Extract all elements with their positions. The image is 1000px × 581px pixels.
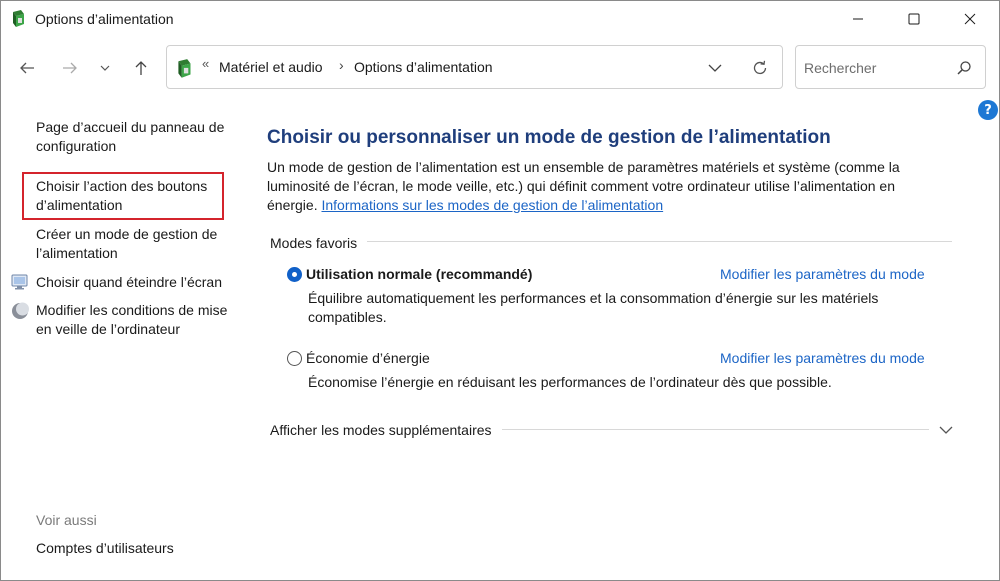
sidebar: Page d’accueil du panneau de configurati… xyxy=(1,101,241,571)
maximize-icon xyxy=(908,13,920,25)
help-icon[interactable]: ? xyxy=(978,100,998,120)
divider xyxy=(367,241,952,242)
back-button[interactable] xyxy=(13,55,41,81)
monitor-icon xyxy=(11,274,28,290)
breadcrumb-hardware-sound[interactable]: Matériel et audio xyxy=(219,59,323,75)
plan-radio-power-saver[interactable] xyxy=(287,351,302,366)
see-also-heading: Voir aussi xyxy=(36,512,97,528)
close-button[interactable] xyxy=(943,1,997,37)
breadcrumb-separator[interactable]: › xyxy=(339,57,344,73)
forward-button[interactable] xyxy=(56,55,84,81)
search-box[interactable] xyxy=(795,45,986,89)
refresh-button[interactable] xyxy=(749,58,771,78)
divider xyxy=(502,429,929,430)
favorites-heading: Modes favoris xyxy=(270,235,358,251)
change-plan-settings-link-balanced[interactable]: Modifier les paramètres du mode xyxy=(720,266,925,282)
change-plan-settings-link-power-saver[interactable]: Modifier les paramètres du mode xyxy=(720,350,925,366)
sidebar-link-user-accounts[interactable]: Comptes d’utilisateurs xyxy=(36,539,231,558)
power-options-window: Options d’alimentation « Matériel et aud… xyxy=(0,0,1000,581)
power-options-icon xyxy=(178,59,191,78)
minimize-icon xyxy=(853,18,863,20)
moon-icon xyxy=(12,302,29,319)
close-icon xyxy=(964,13,976,25)
sidebar-link-power-buttons[interactable]: Choisir l’action des boutons d’alimentat… xyxy=(36,177,231,215)
address-overflow-chevron[interactable]: « xyxy=(202,56,209,71)
sidebar-link-control-panel-home[interactable]: Page d’accueil du panneau de configurati… xyxy=(36,118,231,156)
chevron-down-icon xyxy=(708,64,722,72)
minimize-button[interactable] xyxy=(831,1,885,37)
plan-description-balanced: Équilibre automatiquement les performanc… xyxy=(308,290,879,325)
recent-locations-button[interactable] xyxy=(93,55,117,81)
title-bar: Options d’alimentation xyxy=(1,1,999,37)
plan-name-balanced[interactable]: Utilisation normale (recommandé) xyxy=(306,266,532,282)
page-description: Un mode de gestion de l’alimentation est… xyxy=(267,158,937,215)
expand-additional-plans-button[interactable] xyxy=(937,422,955,438)
arrow-up-icon xyxy=(135,61,147,75)
window-title: Options d’alimentation xyxy=(35,11,174,27)
search-input[interactable] xyxy=(804,56,954,80)
address-bar[interactable]: « Matériel et audio › Options d’alimenta… xyxy=(166,45,783,89)
maximize-button[interactable] xyxy=(887,1,941,37)
chevron-down-icon xyxy=(100,65,110,71)
navigation-bar: « Matériel et audio › Options d’alimenta… xyxy=(1,43,999,93)
power-options-icon xyxy=(13,10,24,27)
arrow-right-icon xyxy=(63,62,77,74)
page-title: Choisir ou personnaliser un mode de gest… xyxy=(267,127,831,148)
show-additional-plans[interactable]: Afficher les modes supplémentaires xyxy=(270,422,492,438)
plan-radio-balanced[interactable] xyxy=(287,267,302,282)
sidebar-link-create-plan[interactable]: Créer un mode de gestion de l’alimentati… xyxy=(36,225,231,263)
address-dropdown-button[interactable] xyxy=(705,59,725,77)
sidebar-link-sleep-settings[interactable]: Modifier les conditions de mise en veill… xyxy=(36,301,231,339)
refresh-icon xyxy=(753,60,767,75)
up-button[interactable] xyxy=(127,55,155,81)
plan-name-power-saver[interactable]: Économie d’énergie xyxy=(306,350,430,366)
search-icon[interactable] xyxy=(956,60,972,76)
chevron-down-icon xyxy=(939,426,953,434)
power-plans-info-link[interactable]: Informations sur les modes de gestion de… xyxy=(321,197,663,213)
sidebar-link-display-off[interactable]: Choisir quand éteindre l’écran xyxy=(36,273,231,292)
arrow-left-icon xyxy=(20,62,34,74)
plan-description-power-saver: Économise l’énergie en réduisant les per… xyxy=(308,374,832,390)
breadcrumb-power-options[interactable]: Options d’alimentation xyxy=(354,59,493,75)
